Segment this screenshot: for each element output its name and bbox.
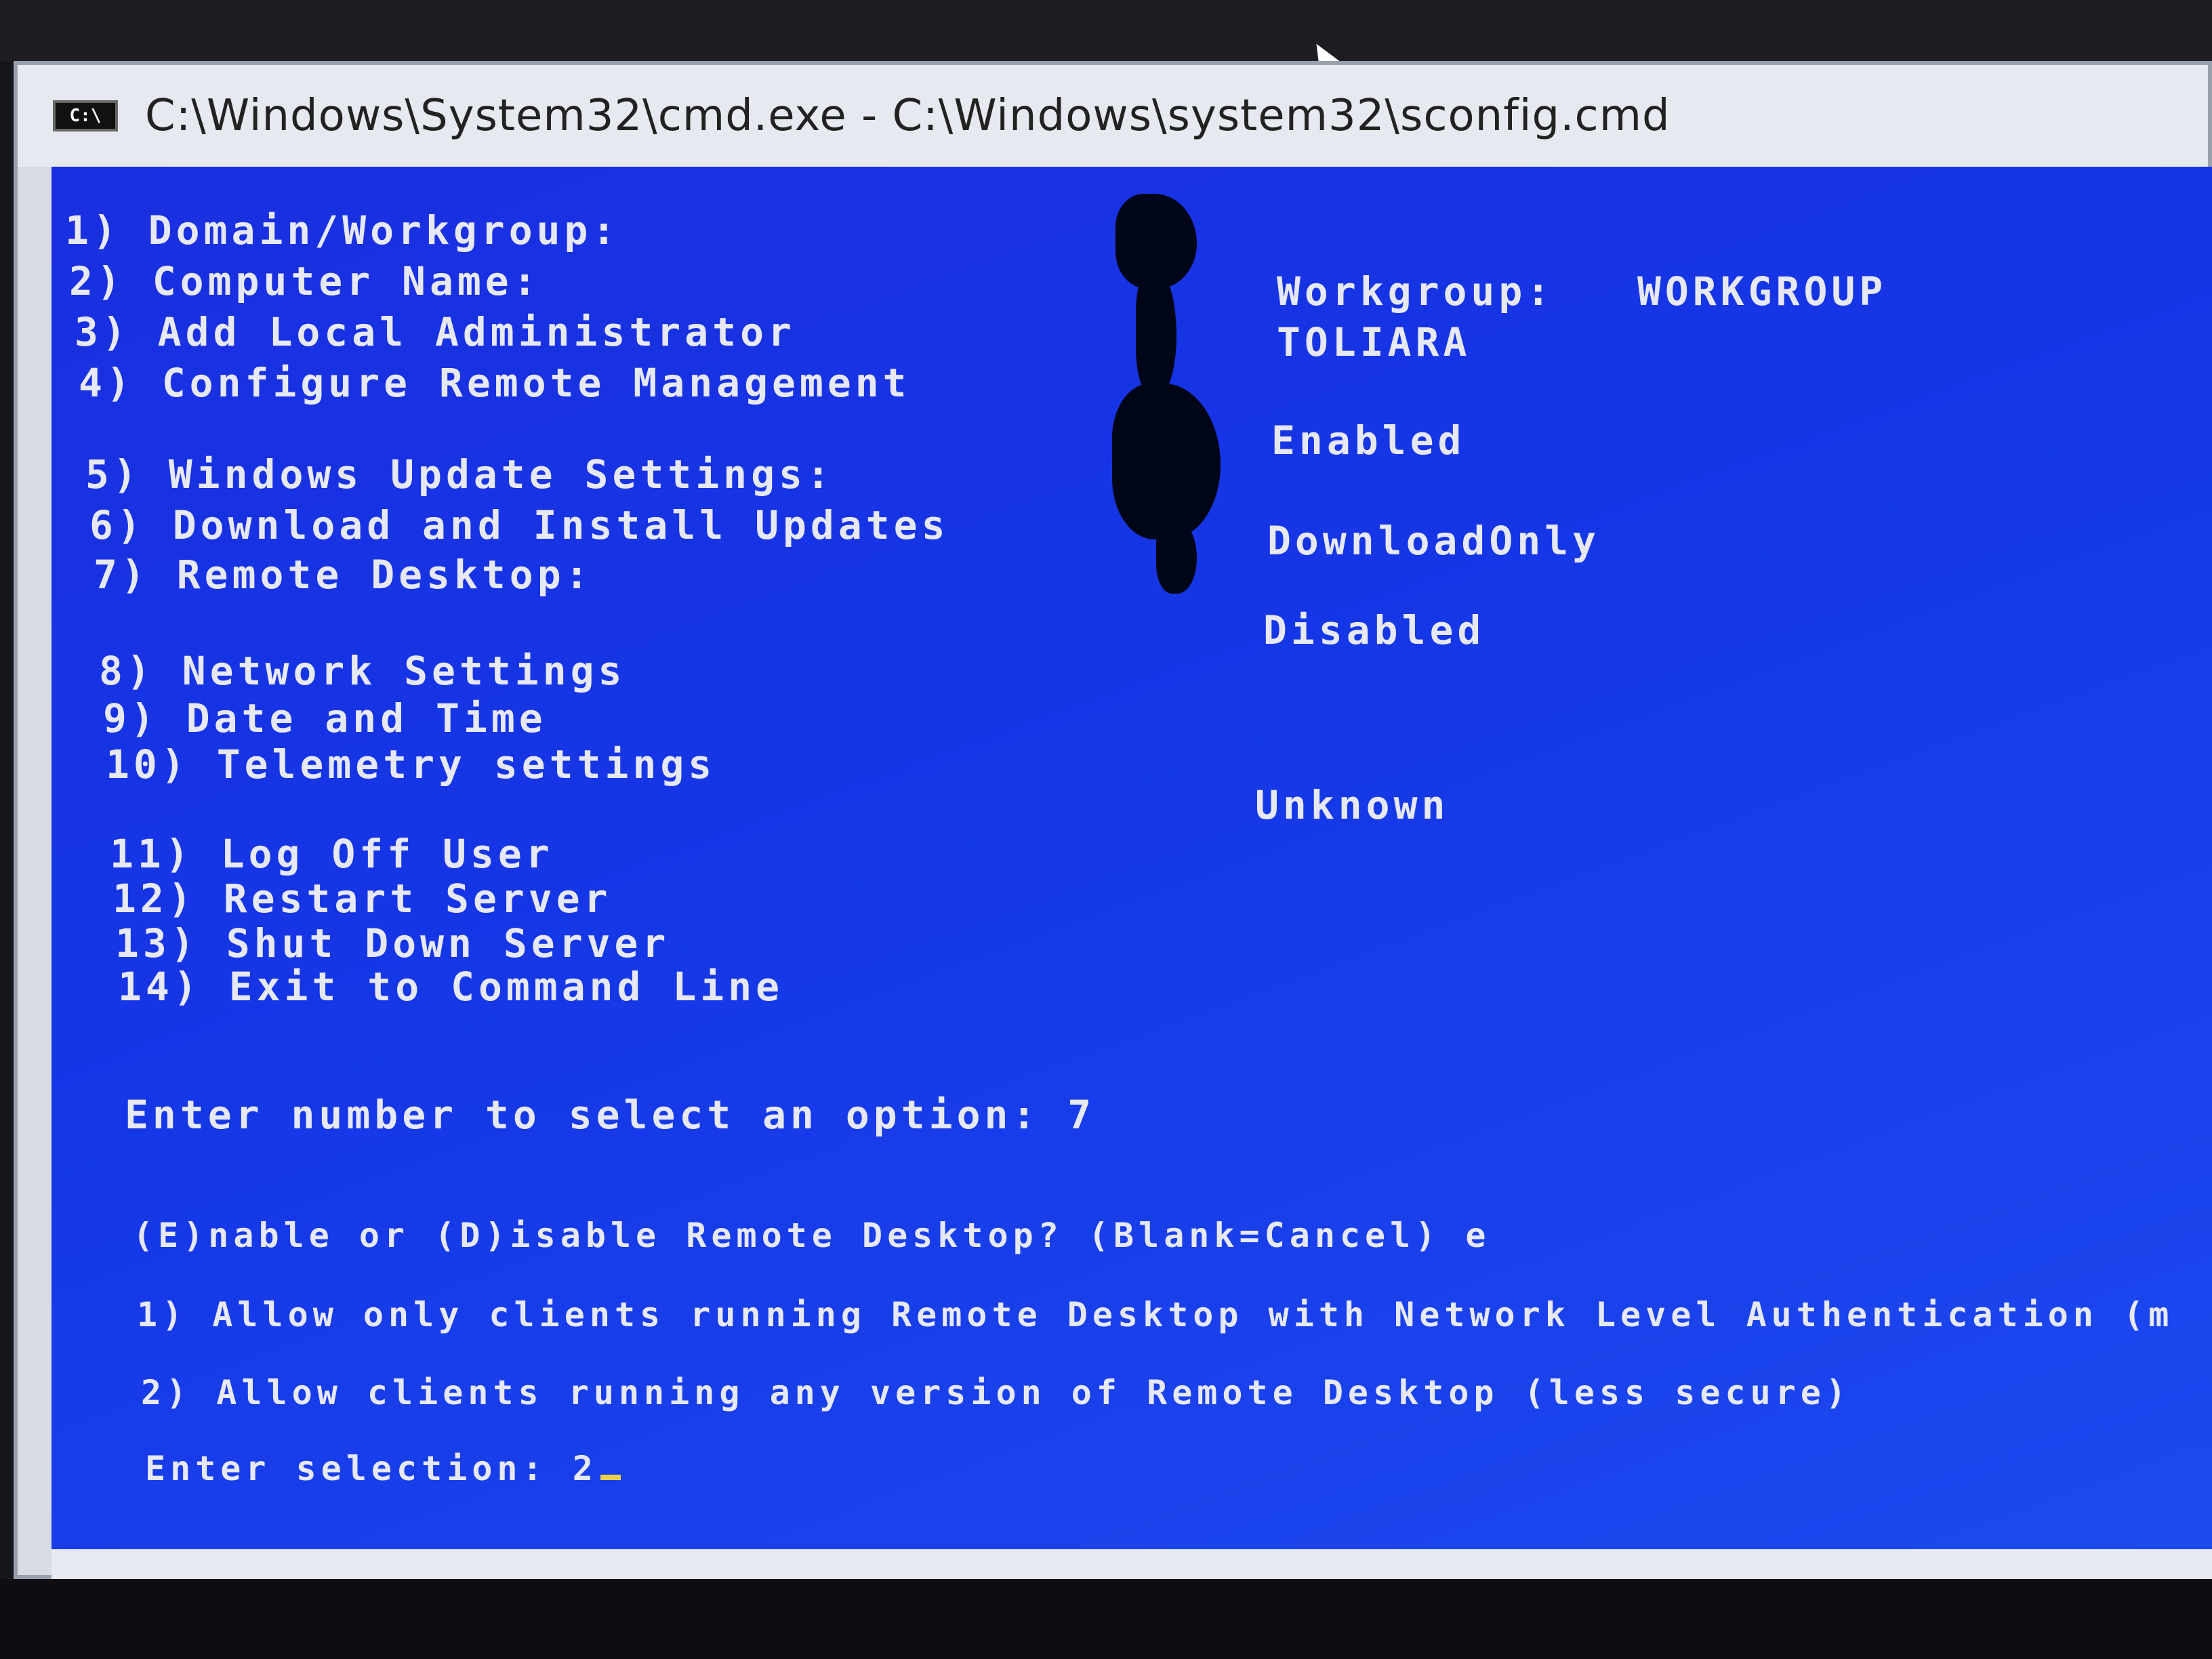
enter-selection-text: Enter selection: 2 (145, 1449, 598, 1488)
menu-number: 7) (94, 552, 149, 598)
menu-item-shutdown: 13) Shut Down Server (115, 920, 670, 966)
redaction-mark (1112, 384, 1221, 539)
window-title: C:\Windows\System32\cmd.exe - C:\Windows… (145, 91, 1671, 141)
menu-label: Remote Desktop: (176, 552, 593, 598)
menu-item-restart: 12) Restart Server (112, 876, 612, 922)
value-remote-management: Enabled (1271, 417, 1466, 464)
value-telemetry: Unknown (1255, 782, 1450, 828)
menu-item-install-updates: 6) Download and Install Updates (89, 502, 949, 548)
menu-number: 3) (75, 309, 130, 355)
menu-item-remote-management: 4) Configure Remote Management (79, 360, 911, 406)
menu-label: Network Settings (182, 648, 626, 694)
value-computer-name: TOLIARA (1277, 319, 1471, 365)
menu-item-domain-workgroup: 1) Domain/Workgroup: (65, 207, 619, 253)
cmd-window: C:\ C:\Windows\System32\cmd.exe - C:\Win… (14, 61, 2212, 1579)
menu-item-exit: 14) Exit to Command Line (118, 964, 783, 1010)
menu-label: Log Off User (220, 831, 554, 877)
menu-number: 6) (89, 502, 145, 548)
enable-disable-prompt: (E)nable or (D)isable Remote Desktop? (B… (133, 1216, 1491, 1255)
menu-number: 13) (115, 920, 199, 966)
menu-item-add-local-admin: 3) Add Local Administrator (75, 309, 796, 355)
menu-label: Shut Down Server (226, 920, 670, 966)
monitor-frame-bottom (0, 1579, 2212, 1659)
value-workgroup: Workgroup: WORKGROUP (1277, 268, 1887, 314)
menu-item-windows-update: 5) Windows Update Settings: (85, 451, 834, 497)
any-version-option: 2) Allow clients running any version of … (141, 1373, 1851, 1412)
menu-item-date-time: 9) Date and Time (103, 695, 547, 741)
menu-label: Add Local Administrator (157, 309, 796, 355)
menu-item-log-off: 11) Log Off User (110, 831, 554, 877)
menu-number: 9) (103, 695, 159, 741)
redaction-mark (1156, 519, 1197, 594)
value-windows-update: DownloadOnly (1267, 518, 1601, 564)
menu-number: 4) (79, 360, 134, 406)
console-output[interactable]: 1) Domain/Workgroup: 2) Computer Name: 3… (52, 167, 2212, 1549)
menu-label: Telemetry settings (216, 741, 716, 787)
menu-item-telemetry: 10) Telemetry settings (106, 741, 716, 787)
menu-number: 12) (112, 876, 196, 922)
menu-label: Exit to Command Line (228, 964, 784, 1010)
menu-number: 8) (99, 648, 155, 694)
menu-number: 1) (65, 207, 121, 253)
menu-label: Windows Update Settings: (168, 451, 834, 497)
redaction-mark (1136, 268, 1176, 397)
menu-number: 11) (110, 831, 193, 877)
menu-label: Date and Time (186, 695, 547, 741)
menu-label: Domain/Workgroup: (148, 207, 620, 253)
text-cursor (600, 1475, 621, 1480)
menu-number: 10) (106, 741, 189, 787)
cmd-icon: C:\ (53, 100, 118, 131)
value-remote-desktop: Disabled (1263, 607, 1486, 653)
menu-item-network-settings: 8) Network Settings (99, 648, 626, 694)
nla-option: 1) Allow only clients running Remote Des… (137, 1295, 2174, 1334)
menu-item-computer-name: 2) Computer Name: (69, 258, 541, 304)
menu-label: Restart Server (223, 876, 612, 922)
menu-number: 2) (69, 258, 125, 304)
enter-selection-input[interactable]: Enter selection: 2 (145, 1449, 621, 1488)
window-frame-bottom (52, 1549, 2212, 1579)
menu-label: Computer Name: (152, 258, 541, 304)
menu-label: Configure Remote Management (161, 360, 911, 406)
monitor-bezel (0, 0, 2212, 61)
select-option-prompt: Enter number to select an option: 7 (125, 1092, 1096, 1138)
title-bar[interactable]: C:\ C:\Windows\System32\cmd.exe - C:\Win… (18, 65, 2208, 167)
menu-number: 14) (118, 964, 201, 1010)
menu-label: Download and Install Updates (172, 502, 949, 548)
menu-number: 5) (85, 451, 141, 497)
menu-item-remote-desktop: 7) Remote Desktop: (94, 552, 593, 598)
